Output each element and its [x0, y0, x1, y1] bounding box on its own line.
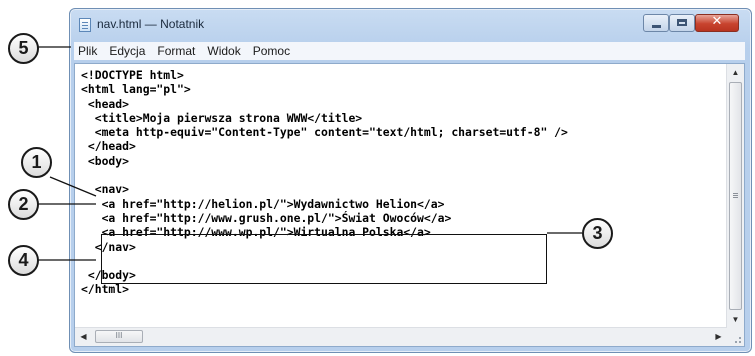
callout-2: 2 — [8, 189, 39, 220]
callout-1: 1 — [21, 147, 52, 178]
callout-5: 5 — [8, 33, 39, 64]
callout-leader-lines — [38, 46, 582, 261]
callout-4: 4 — [8, 245, 39, 276]
callout-3: 3 — [582, 218, 613, 249]
